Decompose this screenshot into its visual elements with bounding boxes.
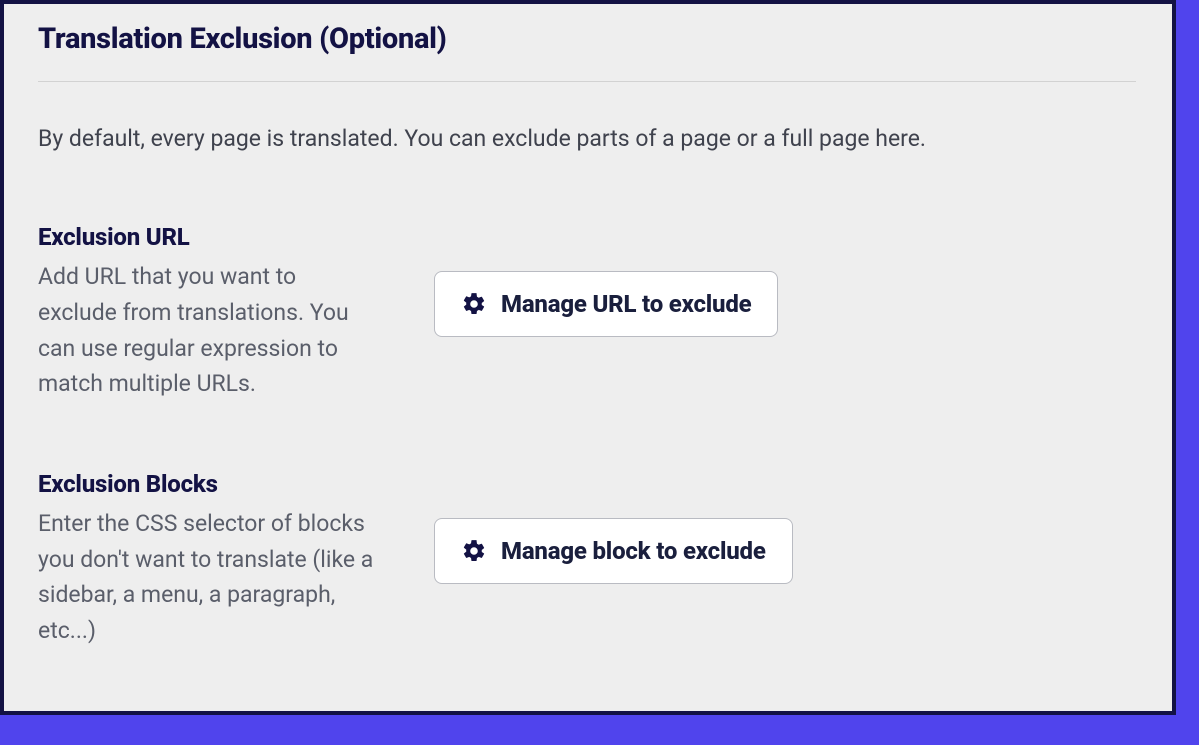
exclusion-url-heading: Exclusion URL bbox=[38, 223, 378, 251]
manage-url-exclude-button[interactable]: Manage URL to exclude bbox=[434, 271, 778, 337]
section-title: Translation Exclusion (Optional) bbox=[38, 22, 1136, 81]
manage-block-exclude-button[interactable]: Manage block to exclude bbox=[434, 518, 793, 584]
exclusion-url-description: Add URL that you want to exclude from tr… bbox=[38, 259, 378, 402]
manage-block-exclude-label: Manage block to exclude bbox=[501, 537, 766, 565]
manage-url-exclude-label: Manage URL to exclude bbox=[501, 290, 751, 318]
exclusion-blocks-row: Exclusion Blocks Enter the CSS selector … bbox=[38, 470, 1136, 649]
gear-icon bbox=[461, 291, 487, 317]
exclusion-blocks-text: Exclusion Blocks Enter the CSS selector … bbox=[38, 470, 378, 649]
gear-icon bbox=[461, 538, 487, 564]
exclusion-url-row: Exclusion URL Add URL that you want to e… bbox=[38, 223, 1136, 402]
divider bbox=[38, 81, 1136, 82]
exclusion-url-text: Exclusion URL Add URL that you want to e… bbox=[38, 223, 378, 402]
exclusion-blocks-heading: Exclusion Blocks bbox=[38, 470, 378, 498]
exclusion-blocks-action: Manage block to exclude bbox=[434, 470, 793, 584]
translation-exclusion-panel: Translation Exclusion (Optional) By defa… bbox=[0, 0, 1176, 715]
section-description: By default, every page is translated. Yo… bbox=[38, 122, 1136, 155]
exclusion-url-action: Manage URL to exclude bbox=[434, 223, 778, 337]
exclusion-blocks-description: Enter the CSS selector of blocks you don… bbox=[38, 506, 378, 649]
